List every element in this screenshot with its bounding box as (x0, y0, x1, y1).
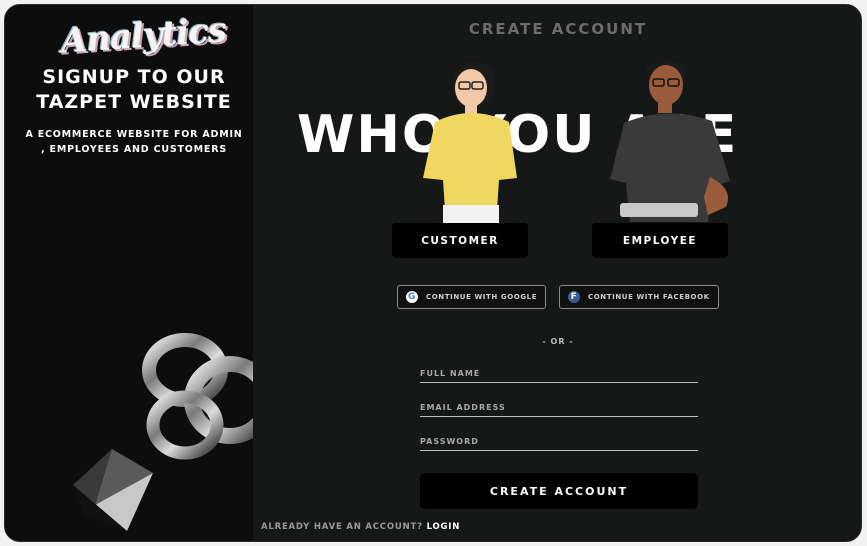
left-subtitle-line2: , employees and customers (41, 144, 227, 155)
google-signin-button[interactable]: G Continue with Google (397, 285, 546, 309)
left-title-line2: Tazpet website (36, 91, 232, 113)
login-prompt-text: Already have an account? (261, 522, 423, 532)
email-field (420, 395, 698, 418)
customer-avatar-illustration (423, 62, 517, 225)
login-prompt: Already have an account? Login (261, 522, 460, 532)
left-subtitle: A ecommerce website for admin , employee… (15, 127, 253, 157)
full-name-input[interactable] (420, 363, 698, 384)
signup-window: Analytics Signup to our Tazpet website A… (4, 4, 862, 542)
left-title-line1: Signup to our (42, 66, 226, 88)
email-input[interactable] (420, 397, 698, 418)
employee-role-button[interactable]: Employee (592, 223, 728, 258)
or-divider: - OR - (542, 337, 574, 346)
google-button-label: Continue with Google (426, 293, 538, 301)
password-input[interactable] (420, 431, 698, 452)
facebook-button-label: Continue with Facebook (588, 293, 710, 301)
left-subtitle-line1: A ecommerce website for admin (25, 129, 243, 140)
google-icon: G (406, 291, 418, 303)
right-panel: Create Account Who you are Customer Empl… (253, 5, 861, 541)
crystal-decoration (73, 449, 153, 531)
password-field (420, 429, 698, 452)
analytics-logo: Analytics (59, 10, 228, 62)
left-title: Signup to our Tazpet website (5, 65, 263, 115)
login-link[interactable]: Login (427, 522, 461, 532)
left-panel: Analytics Signup to our Tazpet website A… (5, 5, 324, 541)
employee-avatar-illustration (610, 60, 730, 222)
create-account-button[interactable]: Create Account (420, 473, 698, 509)
facebook-icon: f (568, 291, 580, 303)
customer-role-button[interactable]: Customer (392, 223, 528, 258)
page-title: Create Account (468, 20, 648, 38)
full-name-field (420, 361, 698, 384)
facebook-signin-button[interactable]: f Continue with Facebook (559, 285, 719, 309)
